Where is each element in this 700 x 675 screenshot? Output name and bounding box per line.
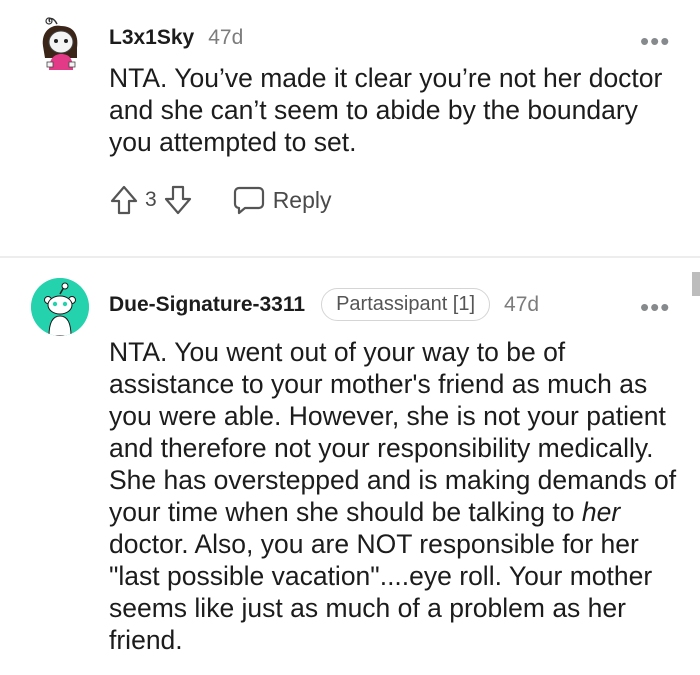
comment-body-part: doctor. Also, you are NOT responsible fo… [109, 529, 653, 655]
comment-meta: Due-Signature-3311 Partassipant [1] 47d [109, 288, 539, 321]
comment-actions: 3 Reply [109, 184, 332, 216]
snoo-avatar-icon [31, 278, 89, 336]
comment-1: L3x1Sky 47d ••• NTA. You’ve made it clea… [0, 0, 700, 256]
comment-body: NTA. You’ve made it clear you’re not her… [109, 63, 663, 157]
more-options-button[interactable]: ••• [640, 294, 670, 320]
comment-meta: L3x1Sky 47d [109, 26, 243, 50]
username[interactable]: Due-Signature-3311 [109, 293, 305, 317]
comment-body-emphasis: her [581, 497, 621, 527]
more-options-button[interactable]: ••• [640, 28, 670, 54]
user-avatar-icon [42, 17, 78, 70]
reply-label: Reply [272, 186, 332, 213]
comment-age: 47d [504, 292, 540, 316]
reply-button[interactable]: Reply [233, 185, 332, 215]
downvote-icon[interactable] [163, 184, 193, 216]
vote-count: 3 [145, 188, 157, 211]
reply-icon [233, 186, 264, 215]
user-flair: Partassipant [1] [321, 288, 491, 321]
comment-age: 47d [208, 26, 244, 49]
avatar[interactable] [33, 12, 89, 72]
upvote-icon[interactable] [109, 184, 139, 216]
comment-2: Due-Signature-3311 Partassipant [1] 47d … [0, 258, 700, 675]
username[interactable]: L3x1Sky [109, 26, 194, 50]
comment-body: NTA. You went out of your way to be of a… [109, 336, 679, 656]
avatar[interactable] [31, 278, 89, 336]
